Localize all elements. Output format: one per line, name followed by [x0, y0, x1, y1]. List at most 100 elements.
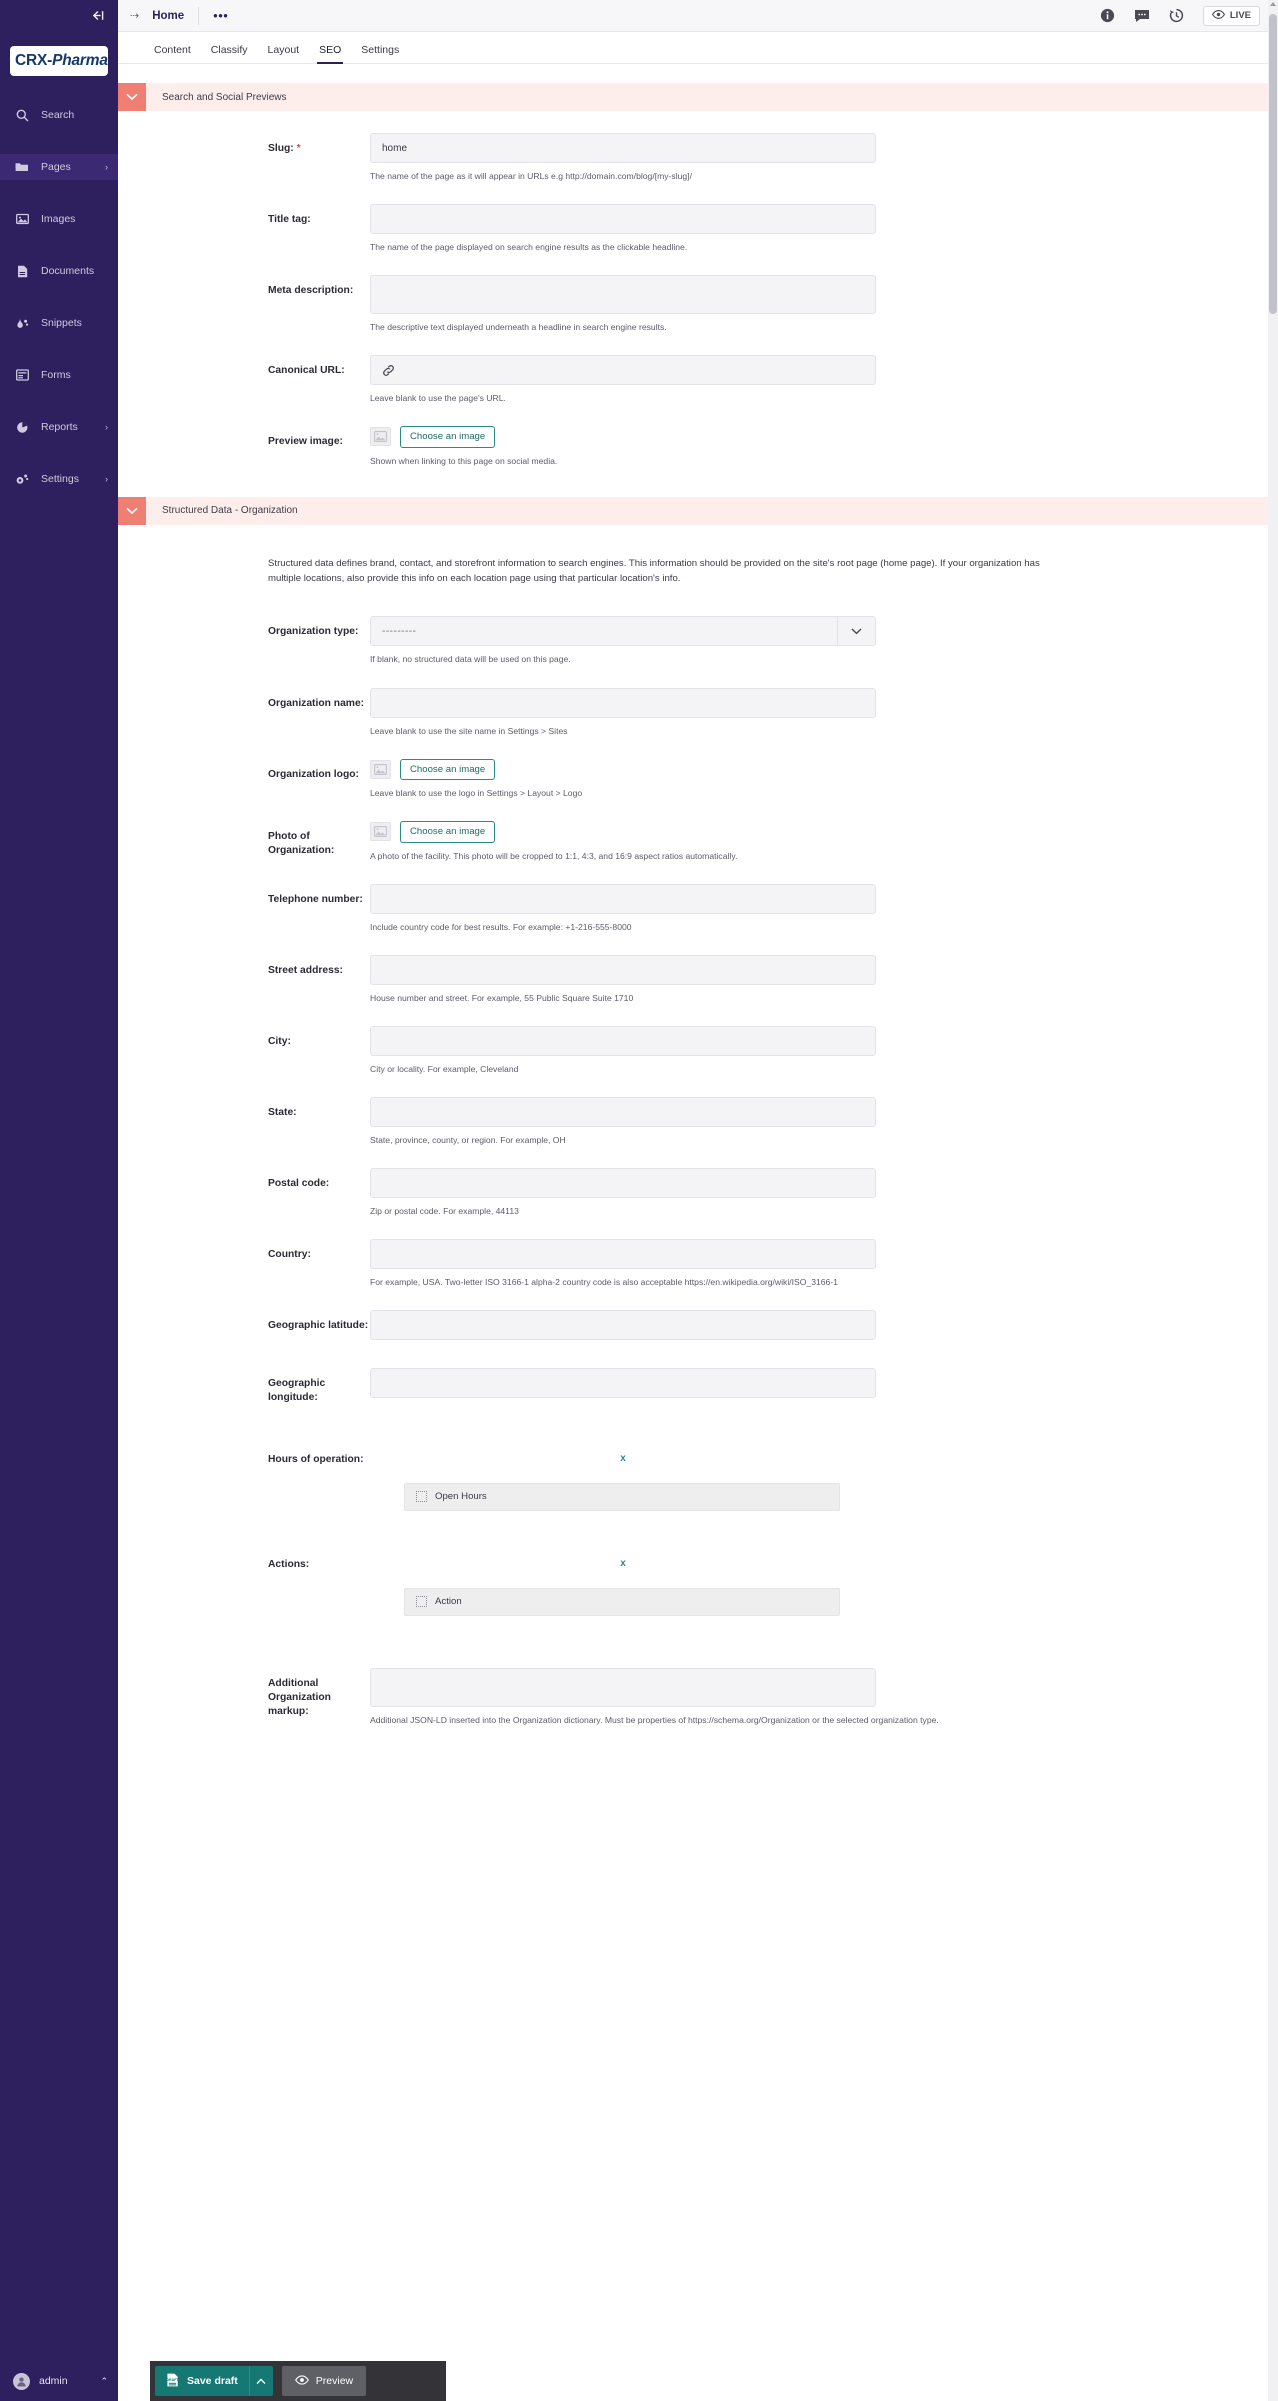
tab-seo[interactable]: SEO [309, 44, 351, 64]
tab-classify[interactable]: Classify [201, 44, 258, 63]
drag-handle-icon[interactable] [416, 1596, 427, 1608]
preview-image-label: Preview image: [268, 436, 343, 448]
drag-handle-icon[interactable] [416, 1491, 427, 1503]
postal-code-input[interactable] [370, 1167, 876, 1198]
geographic-longitude-label: Geographic longitude: [268, 1377, 326, 1403]
field-row-title-tag: Title tag: The name of the page displaye… [118, 204, 1268, 253]
sidebar-item-pages[interactable]: Pages › [0, 154, 118, 180]
slug-help: The name of the page as it will appear i… [370, 171, 692, 181]
state-input[interactable] [370, 1096, 876, 1127]
field-row-hours-of-operation: Hours of operation: x Open Hours [118, 1453, 1268, 1511]
collapse-arrow-icon [92, 9, 105, 24]
sidebar-item-forms[interactable]: Forms [0, 362, 118, 388]
photo-of-organization-label: Photo of Organization: [268, 831, 335, 857]
image-placeholder-icon [370, 427, 391, 447]
info-icon[interactable] [1100, 8, 1115, 23]
organization-type-select[interactable]: --------- [370, 616, 876, 647]
seo-form: Search and Social Previews Slug: * home … [118, 64, 1268, 1766]
city-input[interactable] [370, 1025, 876, 1056]
sidebar-item-search[interactable]: Search [0, 102, 118, 128]
panel-search-social: Slug: * home The name of the page as it … [118, 133, 1268, 467]
sidebar-item-reports[interactable]: Reports › [0, 414, 118, 440]
sidebar-item-settings[interactable]: Settings › [0, 466, 118, 492]
sidebar-item-documents[interactable]: Documents [0, 258, 118, 284]
block-label: Action [435, 1596, 462, 1608]
country-input[interactable] [370, 1238, 876, 1269]
actions-label: Actions: [268, 1558, 310, 1570]
sidebar-item-images[interactable]: Images [0, 206, 118, 232]
chevron-down-icon[interactable] [837, 617, 875, 646]
history-icon[interactable] [1169, 8, 1184, 23]
field-row-actions: Actions: x Action [118, 1558, 1268, 1616]
remove-block-button[interactable]: x [370, 1558, 876, 1572]
chevron-up-icon: ⌃ [100, 2375, 108, 2386]
additional-markup-input[interactable] [370, 1667, 876, 1707]
block-action[interactable]: Action [404, 1587, 840, 1616]
geographic-latitude-input[interactable] [370, 1309, 876, 1340]
sidebar-user-menu[interactable]: admin ⌃ [0, 2361, 118, 2401]
sidebar-item-snippets[interactable]: Snippets [0, 310, 118, 336]
geographic-longitude-input[interactable] [370, 1367, 876, 1398]
scroll-up-arrow-icon[interactable] [1270, 2, 1276, 6]
hours-of-operation-repeater: x Open Hours [370, 1453, 876, 1511]
save-draft-label: Save draft [187, 2375, 238, 2387]
field-row-organization-logo: Organization logo: Choose an image Leave… [118, 758, 1268, 800]
tab-layout[interactable]: Layout [258, 44, 310, 63]
street-address-input[interactable] [370, 954, 876, 985]
street-address-label: Street address: [268, 964, 343, 976]
block-open-hours[interactable]: Open Hours [404, 1482, 840, 1511]
country-help: For example, USA. Two-letter ISO 3166-1 … [370, 1276, 838, 1287]
tab-settings[interactable]: Settings [351, 44, 409, 63]
state-label: State: [268, 1106, 297, 1118]
chevron-down-icon[interactable] [118, 83, 146, 111]
svg-text:DRAFT: DRAFT [166, 2378, 179, 2382]
live-label: LIVE [1229, 10, 1251, 21]
sidebar-collapse-button[interactable] [0, 0, 118, 32]
field-row-geographic-longitude: Geographic longitude: [118, 1367, 1268, 1405]
choose-image-button[interactable]: Choose an image [400, 821, 496, 843]
chevron-down-icon[interactable] [118, 496, 146, 525]
preview-image-chooser: Choose an image [370, 426, 876, 448]
draft-icon: DRAFT [166, 2373, 179, 2390]
live-status-button[interactable]: LIVE [1202, 5, 1260, 26]
comment-icon[interactable] [1134, 9, 1150, 23]
tab-bar: Content Classify Layout SEO Settings [118, 32, 1268, 64]
more-actions-button[interactable]: ••• [213, 8, 228, 23]
canonical-url-input[interactable] [370, 355, 876, 386]
choose-image-button[interactable]: Choose an image [400, 758, 496, 781]
eye-icon [294, 2374, 309, 2388]
sidebar-item-label: Snippets [41, 316, 82, 329]
preview-button[interactable]: Preview [281, 2366, 367, 2396]
title-tag-input[interactable] [370, 204, 876, 235]
breadcrumb-arrow-icon[interactable]: ⇢ [130, 9, 139, 22]
slug-label: Slug: [268, 143, 294, 154]
image-icon [14, 212, 30, 226]
chevron-right-icon: › [105, 474, 108, 484]
sidebar-user-name: admin [39, 2375, 68, 2387]
section-header-structured-data[interactable]: Structured Data - Organization [118, 496, 1268, 525]
preview-image-help: Shown when linking to this page on socia… [370, 455, 558, 466]
page-scrollbar[interactable] [1268, 0, 1278, 2401]
forms-icon [14, 368, 30, 382]
title-tag-label: Title tag: [268, 214, 311, 226]
choose-image-button[interactable]: Choose an image [400, 426, 496, 448]
city-help: City or locality. For example, Cleveland [370, 1063, 519, 1074]
scrollbar-thumb[interactable] [1269, 14, 1277, 314]
save-options-button[interactable] [248, 2366, 273, 2396]
organization-name-input[interactable] [370, 687, 876, 718]
tab-content[interactable]: Content [144, 44, 201, 63]
meta-description-input[interactable] [370, 275, 876, 315]
section-header-search-social[interactable]: Search and Social Previews [118, 83, 1268, 111]
telephone-number-input[interactable] [370, 883, 876, 914]
folder-icon [14, 160, 30, 174]
save-draft-button[interactable]: DRAFT Save draft [155, 2366, 249, 2396]
postal-code-help: Zip or postal code. For example, 44113 [370, 1205, 519, 1216]
slug-input[interactable]: home [370, 133, 876, 163]
brand-logo[interactable]: CRX-Pharma [0, 32, 118, 76]
hours-of-operation-label: Hours of operation: [268, 1453, 364, 1465]
telephone-number-label: Telephone number: [268, 893, 363, 905]
remove-block-button[interactable]: x [370, 1453, 876, 1467]
field-row-country: Country: For example, USA. Two-letter IS… [118, 1238, 1268, 1288]
